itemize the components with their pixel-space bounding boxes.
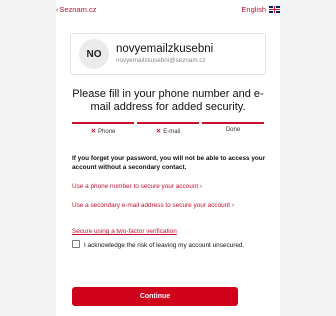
chevron-left-icon: ‹	[56, 7, 59, 14]
cross-icon: ✕	[155, 128, 162, 135]
step-email-label: E-mail	[163, 129, 181, 135]
step-phone: ✕ Phone	[72, 122, 134, 136]
step-done-label: Done	[225, 127, 241, 133]
account-info: novyemailzkusebni novyemailzkusebni@sezn…	[116, 43, 213, 65]
uk-flag-icon	[269, 6, 280, 13]
step-done: Done	[202, 122, 264, 136]
step-email: ✕ E-mail	[137, 122, 199, 136]
account-box: NO novyemailzkusebni novyemailzkusebni@s…	[70, 33, 266, 75]
step-phone-label: Phone	[98, 129, 116, 135]
acknowledge-row: I acknowledge the risk of leaving my acc…	[72, 240, 268, 251]
account-username: novyemailzkusebni	[116, 43, 214, 56]
top-bar: ‹Seznam.cz English	[56, 5, 280, 17]
back-link-label: Seznam.cz	[59, 5, 97, 14]
continue-button[interactable]: Continue	[72, 287, 238, 306]
cross-icon: ✕	[90, 128, 97, 135]
acknowledge-label: I acknowledge the risk of leaving my acc…	[84, 242, 245, 249]
back-link[interactable]: ‹Seznam.cz	[56, 5, 96, 14]
acknowledge-checkbox[interactable]	[72, 240, 80, 248]
login-card: ‹Seznam.cz English NO novyemailzkusebni …	[56, 0, 280, 316]
account-email: novyemailzkusebni@seznam.cz	[116, 56, 206, 64]
email-option-link[interactable]: Use a secondary e-mail address to secure…	[72, 201, 268, 210]
page-title: Please fill in your phone number and e-m…	[72, 88, 264, 113]
progress-steps: ✕ Phone ✕ E-mail Done	[72, 122, 264, 136]
avatar: NO	[79, 39, 109, 69]
two-factor-link[interactable]: Secure using a two-factor verification	[72, 227, 268, 236]
language-label: English	[241, 5, 266, 14]
phone-option-link[interactable]: Use a phone number to secure your accoun…	[72, 182, 268, 191]
language-selector[interactable]: English	[241, 5, 280, 14]
warning-text: If you forget your password, you will no…	[72, 155, 266, 171]
